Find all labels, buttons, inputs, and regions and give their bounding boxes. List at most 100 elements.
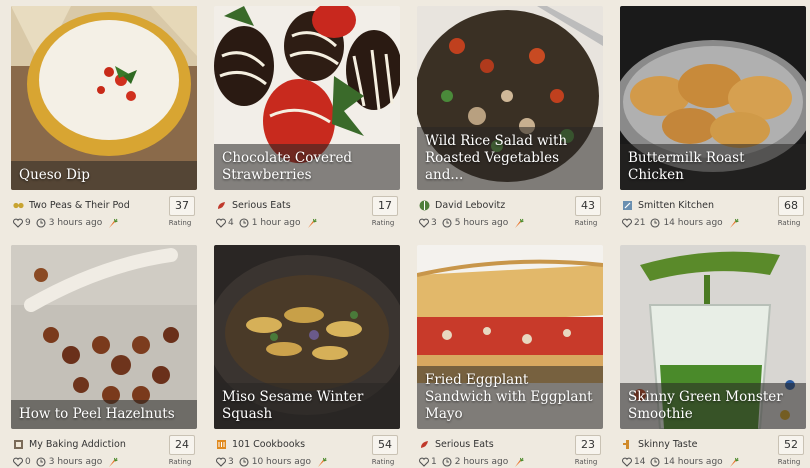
recipe-card[interactable]: Miso Sesame Winter Squash 101 Cookbooks …: [214, 245, 400, 468]
carrot-icon[interactable]: [306, 218, 317, 229]
rating-label: Rating: [574, 458, 598, 466]
rating-label: Rating: [168, 219, 192, 227]
rating-value: 43: [575, 196, 601, 216]
serious-eats-icon: [421, 440, 428, 448]
source-name[interactable]: Two Peas & Their Pod: [29, 200, 130, 211]
recipe-meta: David Lebovitz 3 5 hours ago 43 Rating: [417, 196, 603, 236]
recipe-title[interactable]: Chocolate Covered Strawberries: [222, 150, 392, 184]
time-ago: 14 hours ago: [663, 218, 723, 228]
title-band: How to Peel Hazelnuts: [11, 400, 197, 429]
recipe-meta: Serious Eats 4 1 hour ago 17 Rating: [214, 196, 400, 236]
source-name[interactable]: Serious Eats: [232, 200, 291, 211]
recipe-photo[interactable]: Buttermilk Roast Chicken: [620, 6, 806, 190]
recipe-card[interactable]: Wild Rice Salad with Roasted Vegetables …: [417, 6, 603, 238]
likes-count: 0: [25, 457, 31, 467]
heart-icon[interactable]: [419, 218, 429, 228]
recipe-card[interactable]: Buttermilk Roast Chicken Smitten Kitchen…: [620, 6, 806, 238]
recipe-meta: 101 Cookbooks 3 10 hours ago 54 Rating: [214, 435, 400, 468]
rating-label: Rating: [777, 219, 801, 227]
source-name[interactable]: 101 Cookbooks: [232, 439, 305, 450]
carrot-icon[interactable]: [728, 457, 739, 468]
source-row: Serious Eats: [216, 198, 291, 212]
recipe-card[interactable]: Fried Eggplant Sandwich with Eggplant Ma…: [417, 245, 603, 468]
title-band: Buttermilk Roast Chicken: [620, 144, 806, 190]
time-ago: 3 hours ago: [48, 218, 103, 228]
recipe-card[interactable]: How to Peel Hazelnuts My Baking Addictio…: [11, 245, 197, 468]
likes-count: 21: [634, 218, 646, 228]
title-band: Queso Dip: [11, 161, 197, 190]
stats-row: 1 2 hours ago: [419, 455, 524, 468]
clock-icon: [239, 457, 249, 467]
source-name[interactable]: David Lebovitz: [435, 200, 505, 211]
rating-label: Rating: [777, 458, 801, 466]
carrot-icon[interactable]: [513, 457, 524, 468]
time-ago: 14 hours ago: [663, 457, 723, 467]
heart-icon[interactable]: [419, 457, 429, 467]
clock-icon: [442, 218, 452, 228]
rating-value: 52: [778, 435, 804, 455]
carrot-icon[interactable]: [107, 218, 118, 229]
likes-count: 1: [431, 457, 437, 467]
recipe-card[interactable]: Queso Dip Two Peas & Their Pod 9 3 hours…: [11, 6, 197, 238]
source-row: Serious Eats: [419, 437, 494, 451]
carrot-icon[interactable]: [728, 218, 739, 229]
source-name[interactable]: Skinny Taste: [638, 439, 697, 450]
stats-row: 14 14 hours ago: [622, 455, 739, 468]
recipe-card[interactable]: Skinny Green Monster Smoothie Skinny Tas…: [620, 245, 806, 468]
recipe-photo[interactable]: How to Peel Hazelnuts: [11, 245, 197, 429]
clock-icon: [442, 457, 452, 467]
source-name[interactable]: My Baking Addiction: [29, 439, 126, 450]
recipe-title[interactable]: Fried Eggplant Sandwich with Eggplant Ma…: [425, 372, 595, 423]
recipe-photo[interactable]: Wild Rice Salad with Roasted Vegetables …: [417, 6, 603, 190]
recipe-title[interactable]: Wild Rice Salad with Roasted Vegetables …: [425, 133, 595, 184]
skinny-taste-icon: [623, 439, 629, 449]
recipe-meta: Two Peas & Their Pod 9 3 hours ago 37 Ra…: [11, 196, 197, 236]
carrot-icon[interactable]: [513, 218, 524, 229]
smitten-kitchen-icon: [623, 200, 632, 210]
recipe-title[interactable]: Skinny Green Monster Smoothie: [628, 389, 798, 423]
recipe-title[interactable]: Miso Sesame Winter Squash: [222, 389, 392, 423]
clock-icon: [650, 457, 661, 467]
recipe-title[interactable]: Queso Dip: [19, 167, 189, 184]
recipe-grid: Queso Dip Two Peas & Their Pod 9 3 hours…: [0, 0, 810, 468]
recipe-photo[interactable]: Fried Eggplant Sandwich with Eggplant Ma…: [417, 245, 603, 429]
heart-icon[interactable]: [13, 218, 23, 228]
carrot-icon[interactable]: [316, 457, 327, 468]
recipe-photo[interactable]: Miso Sesame Winter Squash: [214, 245, 400, 429]
likes-count: 4: [228, 218, 234, 228]
carrot-icon[interactable]: [107, 457, 118, 468]
source-row: David Lebovitz: [419, 198, 505, 212]
rating-value: 54: [372, 435, 398, 455]
title-band: Chocolate Covered Strawberries: [214, 144, 400, 190]
stats-row: 9 3 hours ago: [13, 216, 118, 230]
heart-icon[interactable]: [622, 457, 632, 467]
recipe-meta: Smitten Kitchen 21 14 hours ago 68 Ratin…: [620, 196, 806, 236]
heart-icon[interactable]: [13, 457, 23, 467]
serious-eats-icon: [218, 201, 225, 209]
time-ago: 3 hours ago: [48, 457, 103, 467]
source-name[interactable]: Smitten Kitchen: [638, 200, 714, 211]
recipe-title[interactable]: How to Peel Hazelnuts: [19, 406, 189, 423]
source-name[interactable]: Serious Eats: [435, 439, 494, 450]
time-ago: 10 hours ago: [251, 457, 311, 467]
clock-icon: [36, 457, 46, 467]
title-band: Fried Eggplant Sandwich with Eggplant Ma…: [417, 366, 603, 429]
rating-value: 68: [778, 196, 804, 216]
recipe-meta: My Baking Addiction 0 3 hours ago 24 Rat…: [11, 435, 197, 468]
source-row: My Baking Addiction: [13, 437, 126, 451]
rating-label: Rating: [574, 219, 598, 227]
recipe-meta: Skinny Taste 14 14 hours ago 52 Rating: [620, 435, 806, 468]
recipe-photo[interactable]: Queso Dip: [11, 6, 197, 190]
rating-label: Rating: [371, 458, 395, 466]
heart-icon[interactable]: [216, 457, 226, 467]
stats-row: 21 14 hours ago: [622, 216, 739, 230]
recipe-title[interactable]: Buttermilk Roast Chicken: [628, 150, 798, 184]
my-baking-addiction-icon: [14, 439, 23, 449]
heart-icon[interactable]: [216, 218, 226, 228]
recipe-photo[interactable]: Chocolate Covered Strawberries: [214, 6, 400, 190]
recipe-card[interactable]: Chocolate Covered Strawberries Serious E…: [214, 6, 400, 238]
heart-icon[interactable]: [622, 218, 632, 228]
recipe-photo[interactable]: Skinny Green Monster Smoothie: [620, 245, 806, 429]
source-row: Two Peas & Their Pod: [13, 198, 130, 212]
likes-count: 3: [431, 218, 437, 228]
